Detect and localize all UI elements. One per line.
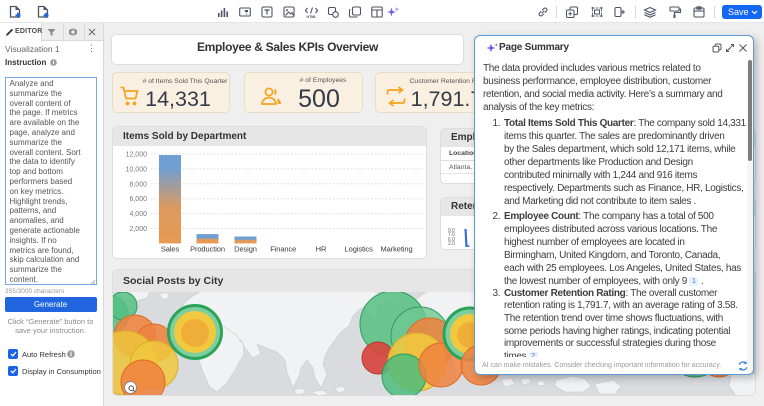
svg-text:8,000: 8,000 (129, 181, 147, 188)
svg-text:HTML: HTML (307, 15, 318, 19)
svg-text:Sales: Sales (161, 245, 180, 254)
svg-text:Logistics: Logistics (345, 245, 374, 254)
svg-text:Production: Production (190, 245, 225, 254)
svg-text:6,000: 6,000 (129, 196, 147, 203)
svg-text:Marketing: Marketing (380, 245, 412, 254)
svg-text:10,000: 10,000 (126, 166, 148, 173)
svg-text:Design: Design (234, 245, 257, 254)
svg-text:12,000: 12,000 (126, 152, 148, 159)
svg-text:HR: HR (316, 245, 327, 254)
svg-text:2,000: 2,000 (129, 226, 147, 233)
svg-text:Finance: Finance (270, 245, 296, 254)
svg-text:4,000: 4,000 (129, 211, 147, 218)
